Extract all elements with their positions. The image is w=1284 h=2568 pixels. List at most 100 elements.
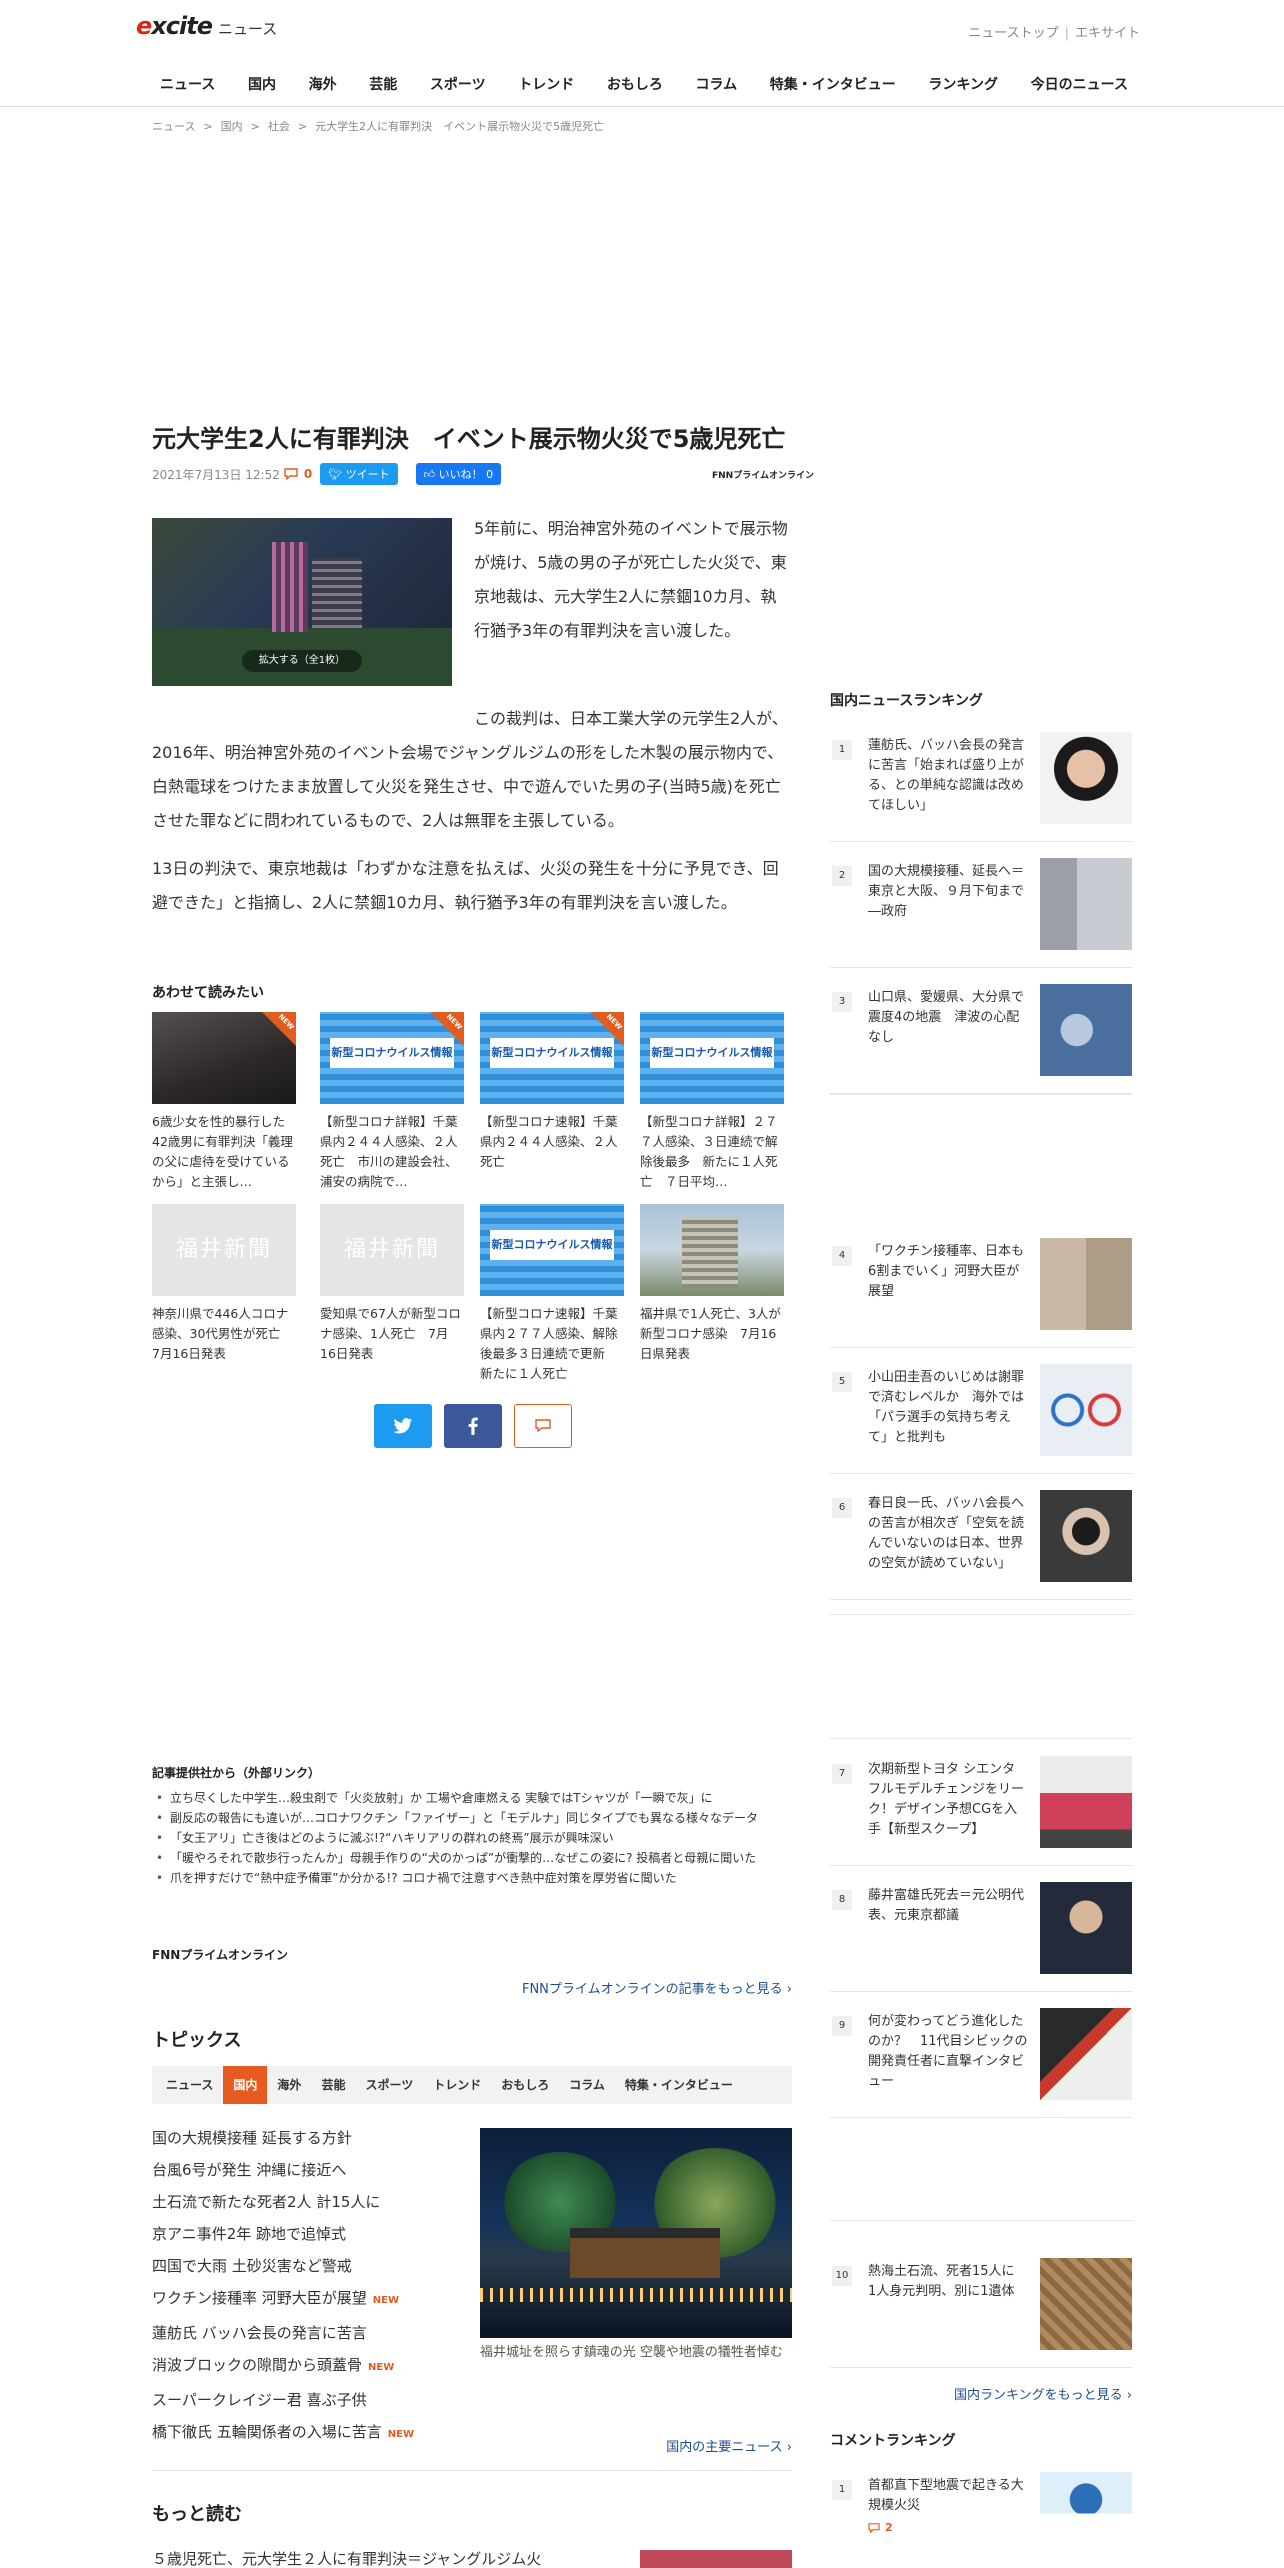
ranking-item[interactable]: 10 熱海土石流、死者15人に 1人身元判明、別に1遺体 [830, 2256, 1132, 2368]
twitter-icon [393, 1418, 412, 1434]
topics-item[interactable]: スーパークレイジー君 喜ぶ子供 [152, 2384, 452, 2416]
new-badge: NEW [387, 2429, 415, 2440]
nav-item-3[interactable]: 芸能 [355, 68, 411, 100]
ranking-item[interactable]: 2 国の大規模接種、延長へ＝東京と大阪、９月下旬まで―政府 [830, 856, 1132, 968]
external-more-link[interactable]: FNNプライムオンラインの記事をもっと見る › [496, 1978, 792, 1997]
nav-item-2[interactable]: 海外 [295, 68, 351, 100]
topics-item[interactable]: 京アニ事件2年 跡地で追悼式 [152, 2218, 452, 2250]
topics-tab-2[interactable]: 海外 [267, 2066, 311, 2104]
topics-item[interactable]: 橋下徹氏 五輪関係者の入場に苦言 NEW [152, 2416, 452, 2451]
related-card[interactable]: 新型コロナウイルス情報 NEW 【新型コロナ詳報】千葉県内２４４人感染、２人死亡 市… [320, 1012, 464, 1192]
topics-item[interactable]: ワクチン接種率 河野大臣が展望 NEW [152, 2282, 452, 2317]
link-excite[interactable]: エキサイト [1075, 26, 1140, 41]
related-title: 【新型コロナ速報】千葉県内２７７人感染、解除後最多３日連続で更新 新たに１人死亡 [480, 1306, 618, 1381]
topics-item[interactable]: 台風6号が発生 沖縄に接近へ [152, 2154, 452, 2186]
comment-count-link[interactable]: 0 [284, 467, 312, 481]
breadcrumb-domestic[interactable]: 国内 [221, 120, 243, 133]
rank-thumbnail [1040, 2258, 1132, 2350]
nav-item-0[interactable]: ニュース [146, 68, 229, 100]
external-link-item[interactable]: 「暖やろそれで散歩行ったんか」母親手作りの“犬のかっぱ”が衝撃的…なぜこの姿に?… [152, 1848, 792, 1868]
rank-number: 6 [832, 1498, 852, 1518]
related-card[interactable]: 新型コロナウイルス情報 【新型コロナ速報】千葉県内２７７人感染、解除後最多３日連続… [480, 1204, 624, 1384]
like-button[interactable]: 👍︎ いいね！ 0 [415, 463, 502, 485]
topics-tab-4[interactable]: スポーツ [355, 2066, 423, 2104]
rank-comment-count: 2 [868, 2518, 1028, 2538]
link-news-top[interactable]: ニューストップ [968, 26, 1058, 41]
ranking-item[interactable]: 1 蓮舫氏、バッハ会長の発言に苦言「始まれば盛り上がる、との単純な認識は改めてほし… [830, 730, 1132, 842]
related-title: 【新型コロナ速報】千葉県内２４４人感染、２人死亡 [480, 1114, 618, 1169]
divider [152, 2470, 792, 2471]
topics-item[interactable]: 消波ブロックの隙間から頭蓋骨 NEW [152, 2349, 452, 2384]
topics-photo[interactable] [480, 2128, 792, 2338]
enlarge-button[interactable]: 拡大する（全1枚） [242, 650, 362, 672]
nav-item-7[interactable]: コラム [682, 68, 752, 100]
topics-tab-3[interactable]: 芸能 [311, 2066, 355, 2104]
external-link-item[interactable]: 「女王アリ」亡き後はどのように滅ぶ!?“ハキリアリの群れの終焉”展示が興味深い [152, 1828, 792, 1848]
topics-item[interactable]: 国の大規模接種 延長する方針 [152, 2122, 452, 2154]
ranking-more-link[interactable]: 国内ランキングをもっと見る › [830, 2384, 1132, 2403]
topics-more-link[interactable]: 国内の主要ニュース › [560, 2436, 792, 2455]
separator: | [1064, 26, 1069, 41]
nav-item-8[interactable]: 特集・インタビュー [756, 68, 910, 100]
ranking-item[interactable]: 7 次期新型トヨタ シエンタ フルモデルチェンジをリーク！デザイン予想CGを入手【… [830, 1754, 1132, 1866]
related-title: 6歳少女を性的暴行した42歳男に有罪判決「義理の父に虐待を受けているから」と主張… [152, 1114, 293, 1189]
nav-item-5[interactable]: トレンド [504, 68, 588, 100]
share-comment-button[interactable] [514, 1404, 572, 1448]
excite-logo[interactable]: excite ニュース [136, 12, 277, 52]
ranking-item[interactable]: 5 小山田圭吾のいじめは謝罪で済むレベルか 海外では「パラ選手の気持ち考えて」と批… [830, 1362, 1132, 1474]
nav-item-6[interactable]: おもしろ [593, 68, 677, 100]
rank-number: 10 [832, 2266, 852, 2286]
ranking-item[interactable]: 9 何が変わってどう進化したのか？ 11代目シビックの開発責任者に直撃インタビュー [830, 2006, 1132, 2118]
tweet-button[interactable]: 🐦︎ ツイート [320, 463, 398, 485]
facebook-icon [468, 1417, 478, 1435]
nav-item-10[interactable]: 今日のニュース [1017, 68, 1142, 100]
ranking-item[interactable]: 6 春日良一氏、バッハ会長への苦言が相次ぎ「空気を読んでいないのは日本、世界の空気… [830, 1488, 1132, 1600]
related-card[interactable]: 福井県で1人死亡、3人が新型コロナ感染 7月16日県発表 [640, 1204, 784, 1384]
topics-tab-0[interactable]: ニュース [156, 2066, 223, 2104]
rank-thumbnail [1040, 1364, 1132, 1456]
related-title: 神奈川県で446人コロナ感染、30代男性が死亡 7月16日発表 [152, 1306, 293, 1361]
chevron-right-icon: › [782, 1982, 792, 1997]
related-card[interactable]: 福井新聞 神奈川県で446人コロナ感染、30代男性が死亡 7月16日発表 [152, 1204, 296, 1384]
topics-tab-1[interactable]: 国内 [223, 2066, 268, 2104]
ranking-item[interactable]: 8 藤井富雄氏死去＝元公明代表、元東京都議 [830, 1880, 1132, 1992]
related-card[interactable]: 新型コロナウイルス情報 【新型コロナ詳報】２７７人感染、３日連続で解除後最多 新た… [640, 1012, 784, 1192]
share-facebook-button[interactable] [444, 1404, 502, 1448]
topics-item[interactable]: 四国で大雨 土砂災害など警戒 [152, 2250, 452, 2282]
article-photo[interactable]: 拡大する（全1枚） [152, 518, 452, 686]
external-link-item[interactable]: 副反応の報告にも違いが…コロナワクチン「ファイザー」と「モデルナ」同じタイプでも… [152, 1808, 792, 1828]
rank-number: 1 [832, 740, 852, 760]
comment-ranking-item[interactable]: 1 首都直下型地震で起きる大規模火災 2 [830, 2470, 1132, 2568]
ranking-item[interactable]: 4 「ワクチン接種率、日本も6割までいく」河野大臣が展望 [830, 1236, 1132, 1348]
nav-item-4[interactable]: スポーツ [416, 68, 500, 100]
nav-item-9[interactable]: ランキング [914, 68, 1012, 100]
comment-icon [284, 468, 298, 480]
share-bar [374, 1404, 584, 1448]
related-card[interactable]: 新型コロナウイルス情報 NEW 【新型コロナ速報】千葉県内２４４人感染、２人死亡 [480, 1012, 624, 1192]
source-logo[interactable]: FNNプライムオンライン [712, 468, 814, 481]
rank-title: 次期新型トヨタ シエンタ フルモデルチェンジをリーク！デザイン予想CGを入手【新… [868, 1762, 1025, 1837]
topics-item-text: 台風6号が発生 沖縄に接近へ [152, 2161, 347, 2179]
topics-tab-8[interactable]: 特集・インタビュー [615, 2066, 743, 2104]
topics-tab-7[interactable]: コラム [559, 2066, 615, 2104]
share-twitter-button[interactable] [374, 1404, 432, 1448]
topics-tab-6[interactable]: おもしろ [491, 2066, 559, 2104]
breadcrumb: ニュース > 国内 > 社会 > 元大学生2人に有罪判決 イベント展示物火災で5歳児死亡 [152, 120, 605, 133]
topics-photo-caption[interactable]: 福井城址を照らす鎮魂の光 空襲や地震の犠牲者悼む [480, 2342, 792, 2363]
more-read-item[interactable]: ５歳児死亡、元大学生２人に有罪判決＝ジャングルジム火 [152, 2548, 622, 2568]
breadcrumb-society[interactable]: 社会 [268, 120, 290, 133]
building-shape [682, 1218, 738, 1288]
more-read-thumbnail[interactable] [640, 2550, 792, 2568]
nav-item-1[interactable]: 国内 [234, 68, 290, 100]
topics-item[interactable]: 土石流で新たな死者2人 計15人に [152, 2186, 452, 2218]
external-link-item[interactable]: 立ち尽くした中学生…殺虫剤で「火炎放射」か 工場や倉庫燃える 実験ではTシャツが… [152, 1788, 792, 1808]
ranking-item[interactable]: 3 山口県、愛媛県、大分県で震度4の地震 津波の心配なし [830, 982, 1132, 1094]
comment-ranking-heading: コメントランキング [830, 2433, 956, 2449]
external-link-item[interactable]: 爪を押すだけで“熱中症予備軍”か分かる!? コロナ禍で注意すべき熱中症対策を厚労… [152, 1868, 792, 1888]
topics-tab-5[interactable]: トレンド [423, 2066, 491, 2104]
breadcrumb-news[interactable]: ニュース [152, 120, 195, 133]
related-card[interactable]: NEW 6歳少女を性的暴行した42歳男に有罪判決「義理の父に虐待を受けているから」… [152, 1012, 296, 1192]
related-card[interactable]: 福井新聞 愛知県で67人が新型コロナ感染、1人死亡 7月16日発表 [320, 1204, 464, 1384]
topics-item[interactable]: 蓮舫氏 バッハ会長の発言に苦言 [152, 2317, 452, 2349]
topics-item-text: 消波ブロックの隙間から頭蓋骨 [152, 2356, 363, 2374]
